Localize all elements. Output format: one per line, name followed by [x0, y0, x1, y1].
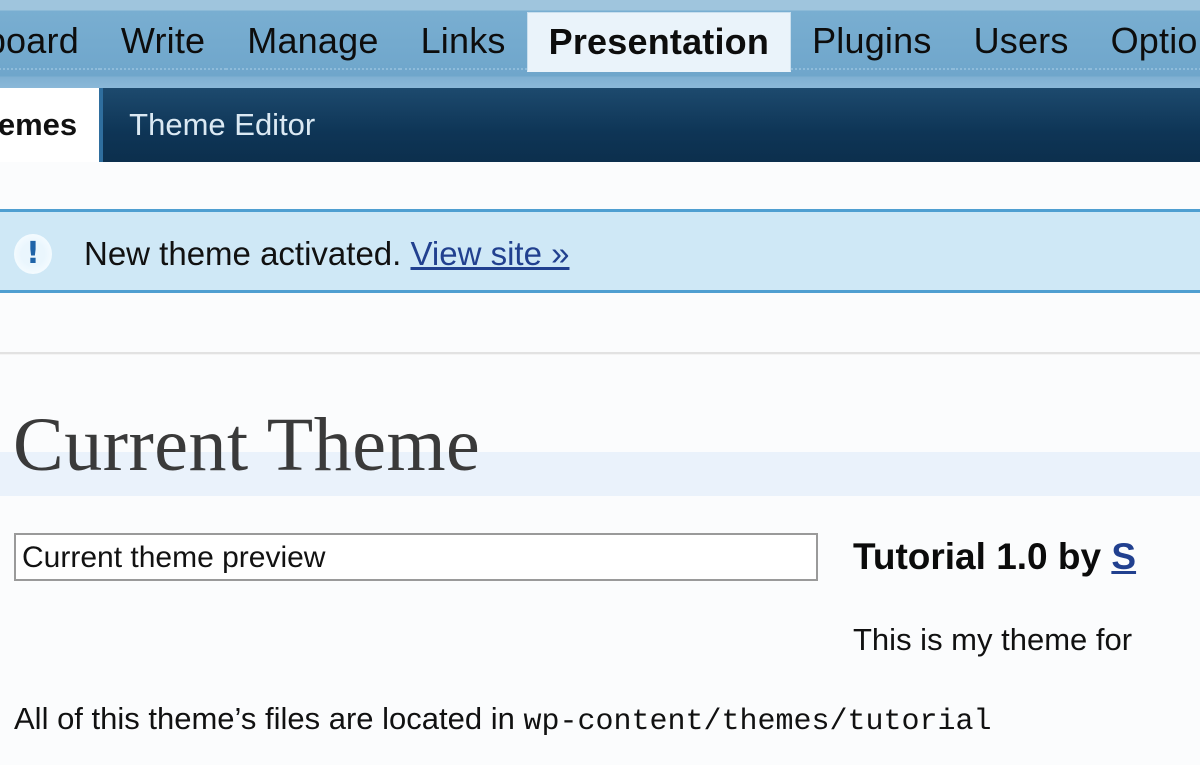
view-site-link[interactable]: View site » — [411, 235, 570, 272]
theme-title-text: Tutorial 1.0 by — [853, 536, 1102, 577]
status-message-text: New theme activated. View site » — [84, 226, 569, 282]
theme-files-prefix: All of this theme’s files are located in — [14, 701, 515, 736]
theme-files-location: All of this theme’s files are located in… — [14, 695, 992, 746]
nav-item-write[interactable]: Write — [99, 12, 227, 70]
page-title: Current Theme — [13, 403, 481, 487]
nav-item-users[interactable]: Users — [952, 12, 1090, 70]
nav-item-options[interactable]: Options — [1089, 12, 1200, 70]
theme-preview-alt-text: Current theme preview — [22, 541, 326, 574]
primary-nav: Dashboard Write Manage Links Presentatio… — [0, 0, 1200, 88]
exclamation-icon: ! — [14, 234, 52, 274]
nav-item-manage[interactable]: Manage — [226, 12, 400, 70]
subnav-item-themes[interactable]: Themes — [0, 88, 104, 162]
theme-preview-placeholder[interactable]: Current theme preview — [14, 533, 818, 581]
subnav-item-theme-editor[interactable]: Theme Editor — [103, 88, 341, 162]
content-divider — [0, 352, 1200, 355]
theme-author-link[interactable]: S — [1111, 536, 1136, 577]
theme-files-path: wp-content/themes/tutorial — [523, 705, 992, 739]
secondary-nav: Themes Theme Editor — [0, 88, 1200, 162]
nav-item-plugins[interactable]: Plugins — [791, 12, 953, 70]
primary-nav-items: Dashboard Write Manage Links Presentatio… — [0, 12, 1200, 78]
status-message: ! New theme activated. View site » — [0, 209, 1200, 293]
status-message-label: New theme activated. — [84, 235, 402, 272]
nav-item-dashboard[interactable]: Dashboard — [0, 12, 100, 70]
nav-item-links[interactable]: Links — [399, 12, 527, 70]
main-content: ! New theme activated. View site » Curre… — [0, 162, 1200, 765]
nav-item-presentation[interactable]: Presentation — [526, 12, 792, 72]
theme-name-version: Tutorial 1.0 by S — [853, 530, 1136, 584]
theme-description: This is my theme for — [853, 622, 1133, 657]
secondary-nav-items: Themes Theme Editor — [0, 88, 341, 162]
